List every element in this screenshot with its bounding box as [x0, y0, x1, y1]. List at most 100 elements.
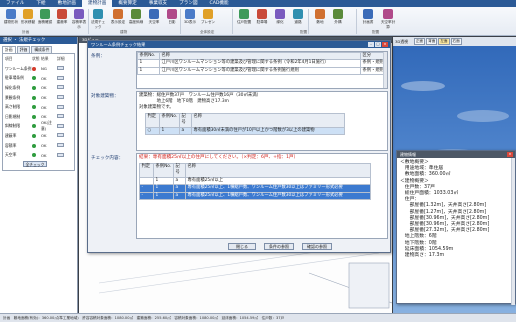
- left-panel-tab[interactable]: 計画: [2, 46, 16, 53]
- check-item-row[interactable]: 建蔽率 OK: [3, 131, 74, 141]
- menu-tab[interactable]: 事業収支: [143, 0, 173, 7]
- menu-tab[interactable]: 敷地計画: [52, 0, 82, 7]
- ribbon-tool-icon: [93, 9, 103, 19]
- close-dialog-button[interactable]: 閉じる: [228, 243, 256, 250]
- col-header: 名称: [159, 52, 361, 61]
- column-header: 詳細: [57, 56, 65, 61]
- detail-button[interactable]: [57, 104, 64, 109]
- result-row[interactable]: -1 a 専有面積25㎡以上、1棟総戸数、ワンルーム住戸数30以上はファミリー形式必…: [139, 184, 371, 193]
- ribbon-button[interactable]: 日影: [164, 9, 180, 29]
- ordinance-row[interactable]: 1 江戸川区ワンルームマンション等の建築及び管理に関する条例施行規則 条例・規則: [137, 66, 387, 76]
- check-item-name: 建蔽率: [5, 132, 17, 138]
- maximize-button[interactable]: □: [375, 42, 381, 47]
- ribbon-tool-icon: [293, 9, 303, 19]
- check-all-button[interactable]: 全チェック: [23, 161, 47, 167]
- ribbon-button[interactable]: 計画書: [360, 9, 376, 29]
- cell-mark: a: [179, 126, 192, 136]
- left-panel-tab[interactable]: 構成条件: [31, 46, 53, 53]
- view-direction-button[interactable]: 右面: [450, 38, 462, 45]
- check-content-label: チェック内容：: [91, 156, 124, 161]
- detail-button[interactable]: [57, 85, 64, 90]
- reference-conditions-button[interactable]: 条件の参照: [264, 243, 294, 250]
- check-content-panel: 結果：専有面積25㎡以上の住戸にしてください。（×判定：6戸、+指：1戸） 判定…: [136, 153, 388, 239]
- ribbon-button[interactable]: 敷地: [312, 9, 328, 29]
- detail-button[interactable]: [57, 95, 64, 100]
- menu-tab[interactable]: ファイル: [0, 0, 30, 7]
- menu-tab[interactable]: 建物計画: [81, 0, 113, 7]
- check-item-row[interactable]: 高さ制限 OK: [3, 102, 74, 112]
- ribbon-button[interactable]: 高度斜線: [128, 9, 144, 29]
- ordinance-row[interactable]: 1 江戸川区ワンルームマンション等の建築及び管理に関する条例（令和2年4月1日施行…: [137, 59, 387, 68]
- ribbon-button[interactable]: 駐車場: [254, 9, 270, 29]
- ribbon-button[interactable]: 建物形状: [3, 9, 19, 29]
- ribbon-button[interactable]: 道路: [290, 9, 306, 29]
- check-item-row[interactable]: 天空率 OK: [3, 150, 74, 160]
- minimize-button[interactable]: –: [368, 42, 374, 47]
- menu-tab[interactable]: 下絵: [30, 0, 51, 7]
- result-row[interactable]: -1 a 専有面積25㎡以上、1棟総戸数、ワンルーム住戸数30以上はファミリー形式必…: [139, 191, 371, 201]
- detail-button[interactable]: [57, 66, 64, 71]
- check-item-row[interactable]: ワンルーム条例 NG: [3, 64, 74, 74]
- view-direction-button[interactable]: 背面: [426, 38, 438, 45]
- detail-button[interactable]: [57, 133, 64, 138]
- check-item-result: NG: [41, 66, 47, 72]
- status-icon: [32, 105, 36, 110]
- status-icon: [32, 133, 36, 138]
- ribbon-button[interactable]: 住戸配置: [236, 9, 252, 29]
- detail-button[interactable]: [57, 143, 64, 148]
- detail-button[interactable]: [57, 123, 64, 128]
- cell-no: 1: [137, 66, 160, 76]
- left-panel-tab[interactable]: 評価: [16, 46, 31, 53]
- ribbon-button[interactable]: 形状移動: [20, 9, 36, 29]
- ribbon-button[interactable]: 天空率計算: [380, 9, 396, 29]
- ordinance-table-panel: 条例No. 名称 区分 1 江戸川区ワンルームマンション等の建築及び管理に関する条…: [136, 51, 388, 89]
- ribbon-button[interactable]: 表示設定: [110, 9, 126, 29]
- ribbon-button[interactable]: 外構: [330, 9, 346, 29]
- menu-tab[interactable]: プラン図: [173, 0, 203, 7]
- check-item-row[interactable]: 駐車場条例 OK: [3, 74, 74, 84]
- detail-button[interactable]: [57, 152, 64, 157]
- col-header: 記号: [173, 163, 186, 178]
- ribbon-button[interactable]: 容積率表示: [71, 9, 87, 29]
- close-button[interactable]: ×: [382, 42, 388, 47]
- reference-confirmation-button[interactable]: 確認の参照: [302, 243, 332, 250]
- menu-tab[interactable]: CAD機能: [204, 0, 235, 7]
- check-item-name: 天空率: [5, 152, 17, 158]
- left-panel: 選択 ・ 法規チェック 計画 評価 構成条件 項目 状態 結果 詳細 ワンルーム条例 NG 駐…: [0, 37, 78, 313]
- ribbon-tool-icon: [185, 9, 195, 19]
- left-panel-title: 選択 ・ 法規チェック: [0, 37, 77, 44]
- col-header: 判定: [139, 163, 154, 178]
- scrollbar[interactable]: [383, 52, 387, 88]
- check-item-row[interactable]: 緑化条例 OK: [3, 83, 74, 93]
- menu-tab[interactable]: 概要算定: [112, 0, 142, 7]
- view-direction-button[interactable]: 左面: [438, 38, 450, 45]
- ribbon-button[interactable]: 面積確認: [37, 9, 53, 29]
- cell-mark: a: [173, 176, 186, 186]
- check-item-name: 容積率: [5, 142, 17, 148]
- ribbon-button[interactable]: プレゼン: [200, 9, 216, 29]
- criteria-row[interactable]: ○ 1 a 専有面積30㎡未満の住戸が10戸以上かつ階数が3以上の建築物: [145, 126, 345, 136]
- ribbon-button[interactable]: 緑化: [272, 9, 288, 29]
- result-row[interactable]: 1 a 専有面積25㎡以上: [139, 176, 371, 186]
- detail-button[interactable]: [57, 114, 64, 119]
- ribbon-tool-icon: [149, 9, 159, 19]
- ribbon-button-label: 緑化: [276, 20, 284, 24]
- ribbon-button-label: 道路: [294, 20, 302, 24]
- info-scrollbar[interactable]: [511, 158, 515, 305]
- check-item-row[interactable]: 容積率 OK: [3, 141, 74, 151]
- ribbon-button[interactable]: 建蔽率: [54, 9, 70, 29]
- check-item-row[interactable]: 斜線制限 OK(注意): [3, 120, 74, 131]
- cell-name: 専有面積25㎡以上: [185, 176, 371, 186]
- column-header: 項目: [5, 56, 13, 61]
- ribbon-button[interactable]: 3D表示: [182, 9, 198, 29]
- result-table: 判定 条例No. 記号 名称 1 a 専有面積25㎡以上 -1 a 専有面積25㎡以上、1…: [139, 163, 371, 201]
- check-item-row[interactable]: 日影規制 OK: [3, 112, 74, 122]
- view-direction-button[interactable]: 正面: [413, 38, 426, 45]
- ribbon-button[interactable]: 天空率: [146, 9, 162, 29]
- info-close-button[interactable]: ×: [507, 152, 513, 157]
- detail-button[interactable]: [57, 75, 64, 80]
- ribbon-tool-icon: [239, 9, 249, 19]
- col-header: 記号: [179, 113, 192, 128]
- ribbon-button[interactable]: 法規チェック: [90, 9, 106, 29]
- check-item-row[interactable]: 景観条例 OK: [3, 93, 74, 103]
